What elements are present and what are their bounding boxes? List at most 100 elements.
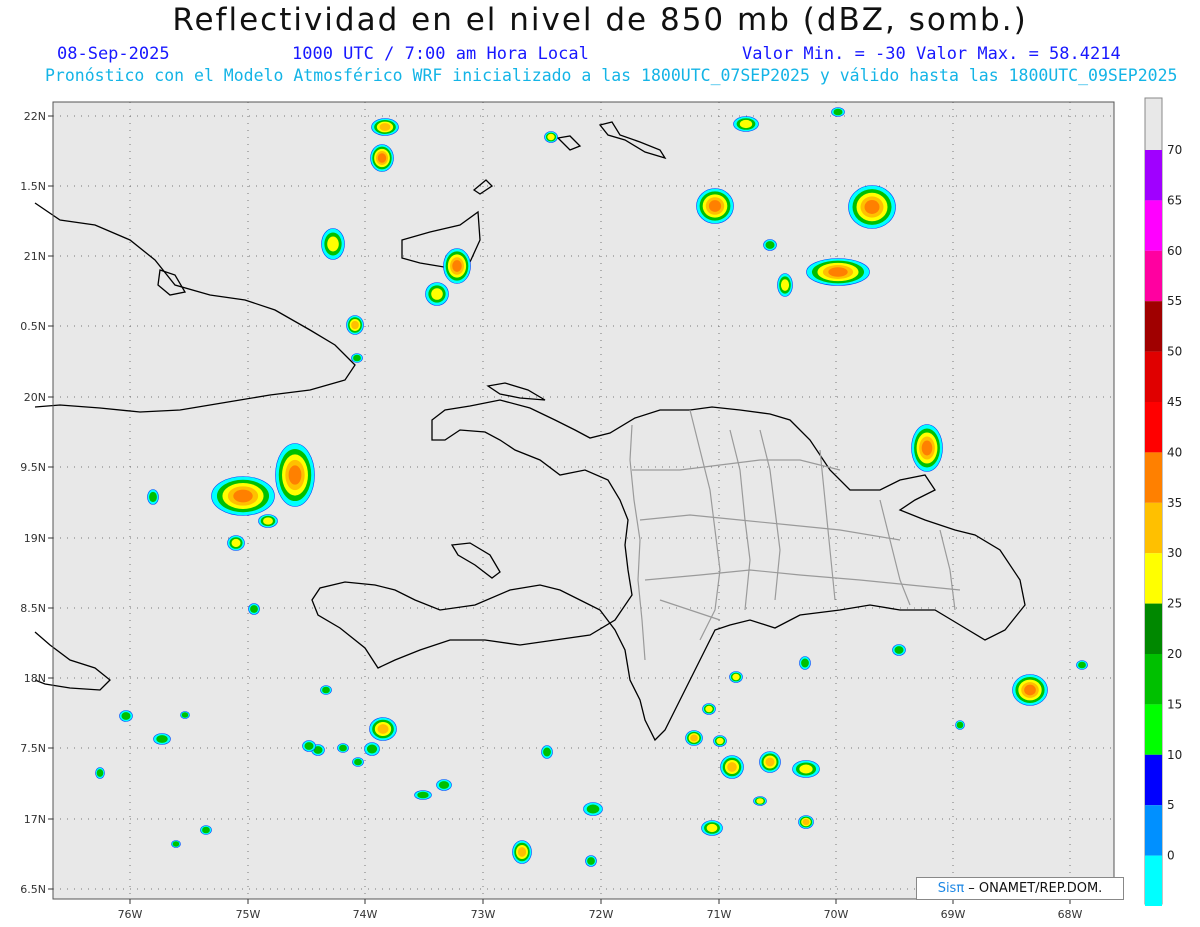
storm-cell	[713, 735, 727, 747]
colorbar-swatch	[1145, 603, 1162, 654]
storm-cell	[227, 535, 245, 551]
lon-label: 72W	[589, 908, 614, 921]
storm-cell	[147, 489, 159, 505]
storm-cell	[321, 228, 345, 260]
colorbar-swatch	[1145, 200, 1162, 251]
colorbar-swatch	[1145, 351, 1162, 402]
storm-cell	[583, 802, 603, 816]
lon-label: 70W	[824, 908, 849, 921]
storm-cell	[799, 656, 811, 670]
colorbar-label: 20	[1167, 647, 1182, 661]
colorbar-label: 50	[1167, 345, 1182, 359]
storm-cell	[806, 258, 870, 286]
storm-cell	[248, 603, 260, 615]
lon-label: 73W	[471, 908, 496, 921]
colorbar-swatch	[1145, 805, 1162, 856]
storm-cell	[337, 743, 349, 753]
sispi-logo: Sis	[937, 881, 957, 896]
colorbar-label: 35	[1167, 496, 1182, 510]
storm-cell	[351, 353, 363, 363]
lat-label: 0.5N	[20, 320, 46, 333]
colorbar-label: 30	[1167, 546, 1182, 560]
colorbar-swatch	[1145, 402, 1162, 453]
storm-cell	[369, 717, 397, 741]
storm-cell	[119, 710, 133, 722]
storm-cell	[425, 282, 449, 306]
storm-cell	[1076, 660, 1088, 670]
storm-cell	[371, 118, 399, 136]
pi-glyph: π	[956, 881, 965, 896]
lon-label: 74W	[353, 908, 378, 921]
colorbar-swatch	[1145, 301, 1162, 352]
credit-text: – ONAMET/REP.DOM.	[964, 881, 1103, 896]
storm-cell	[585, 855, 597, 867]
storm-cell	[733, 116, 759, 132]
colorbar-label: 10	[1167, 748, 1182, 762]
storm-cell	[759, 751, 781, 773]
storm-cell	[729, 671, 743, 683]
storm-cell	[302, 740, 316, 752]
storm-cell	[792, 760, 820, 778]
subtitle: Pronóstico con el Modelo Atmosférico WRF…	[45, 66, 1178, 85]
lat-label: 6.5N	[20, 883, 46, 896]
storm-cell	[1012, 674, 1048, 706]
colorbar-swatch	[1145, 855, 1162, 906]
colorbar-label: 15	[1167, 697, 1182, 711]
storm-cell	[720, 755, 744, 779]
colorbar-swatch	[1145, 704, 1162, 755]
colorbar-label: 5	[1167, 798, 1175, 812]
storm-cell	[702, 703, 716, 715]
storm-cell	[541, 745, 553, 759]
storm-cell	[275, 443, 315, 507]
storm-cell	[443, 248, 471, 284]
storm-cell	[95, 767, 105, 779]
colorbar-label: 70	[1167, 143, 1182, 157]
lon-label: 76W	[118, 908, 143, 921]
credit-box: Sisπ – ONAMET/REP.DOM.	[916, 877, 1124, 900]
storm-cell	[320, 685, 332, 695]
storm-cell	[685, 730, 703, 746]
storm-cell	[701, 820, 723, 836]
colorbar-swatch	[1145, 553, 1162, 604]
storm-cell	[200, 825, 212, 835]
storm-cell	[696, 188, 734, 224]
storm-cell	[955, 720, 965, 730]
colorbar-swatch	[1145, 754, 1162, 806]
lon-label: 68W	[1058, 908, 1083, 921]
lon-label: 71W	[707, 908, 732, 921]
storm-cell	[544, 131, 558, 143]
storm-cell	[414, 790, 432, 800]
lat-label: 17N	[24, 813, 46, 826]
storm-cell	[753, 796, 767, 806]
colorbar-label: 40	[1167, 445, 1182, 459]
storm-cell	[777, 273, 793, 297]
reflectivity-map: 76W 75W 74W 73W 72W 71W 70W 69W 68W 22N 1.5N 21N 0.…	[20, 97, 1182, 921]
storm-cell	[364, 742, 380, 756]
time-label: 1000 UTC / 7:00 am Hora Local	[292, 44, 589, 64]
date-label: 08-Sep-2025	[57, 44, 170, 64]
storm-cell	[258, 514, 278, 528]
chart-title: Reflectividad en el nivel de 850 mb (dBZ…	[172, 2, 1028, 38]
lat-label: 9.5N	[20, 461, 46, 474]
lat-label: 19N	[24, 532, 46, 545]
lat-label: 20N	[24, 391, 46, 404]
colorbar-label: 25	[1167, 597, 1182, 611]
lat-label: 18N	[24, 672, 46, 685]
storm-cell	[911, 424, 943, 472]
colorbar-swatch	[1145, 150, 1162, 201]
storm-cell	[153, 733, 171, 745]
colorbar-label: 65	[1167, 193, 1182, 207]
lon-label: 75W	[236, 908, 261, 921]
storm-cell	[512, 840, 532, 864]
lat-label: 22N	[24, 110, 46, 123]
lat-label: 1.5N	[20, 180, 46, 193]
lon-label: 69W	[941, 908, 966, 921]
storm-cell	[848, 185, 896, 229]
storm-cell	[370, 144, 394, 172]
colorbar-label: 55	[1167, 294, 1182, 308]
storm-cell	[352, 757, 364, 767]
storm-cell	[763, 239, 777, 251]
storm-cell	[211, 476, 275, 516]
storm-cell	[171, 840, 181, 848]
storm-cell	[892, 644, 906, 656]
